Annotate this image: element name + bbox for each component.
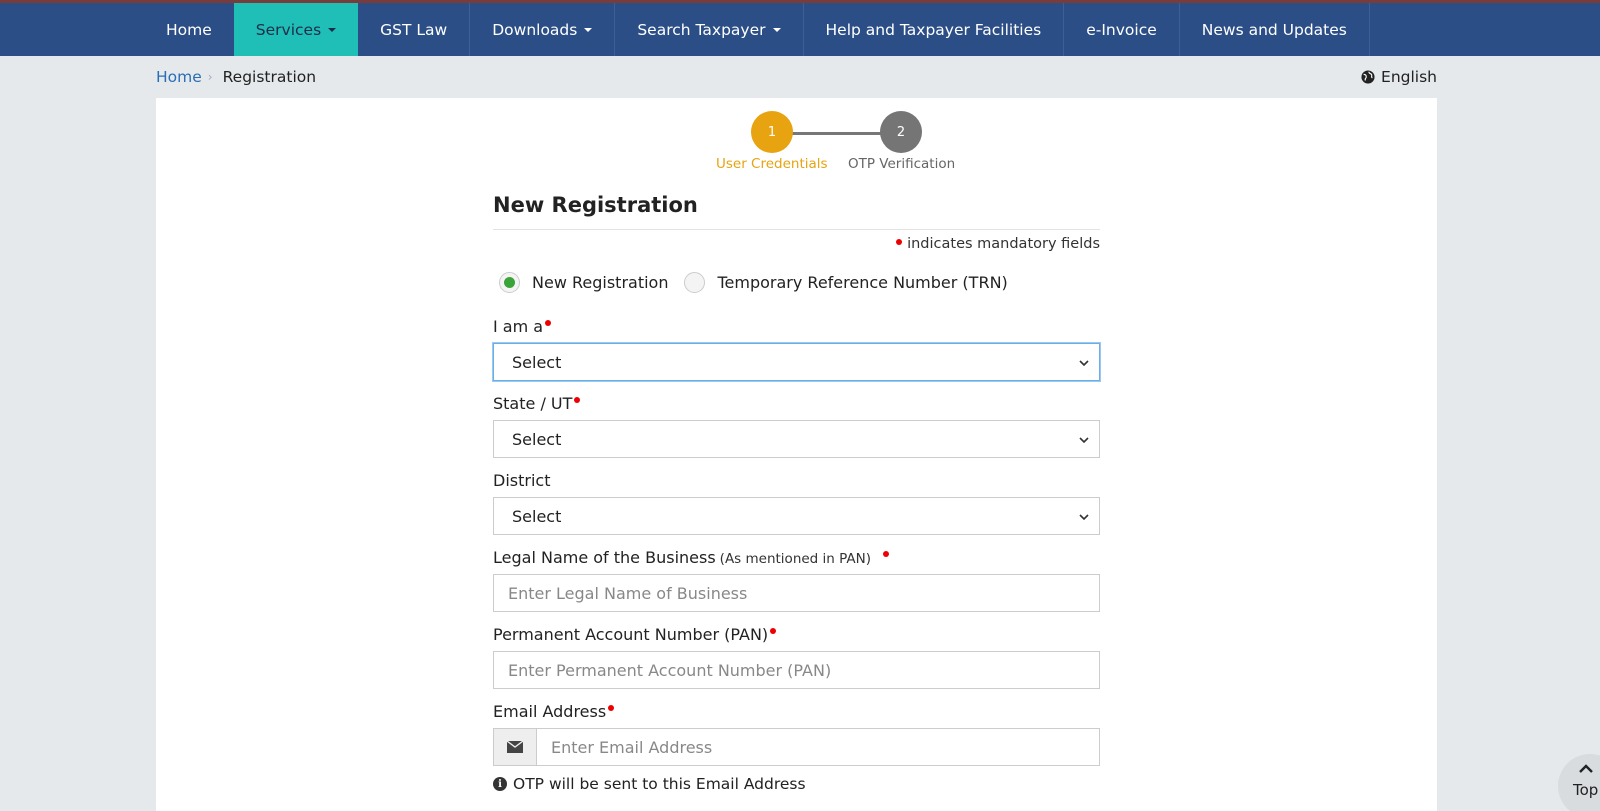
- nav-item-label: Help and Taxpayer Facilities: [825, 20, 1042, 39]
- nav-item-e-invoice[interactable]: e-Invoice: [1064, 3, 1180, 56]
- form-title: New Registration: [493, 193, 698, 217]
- legal-name-sublabel: (As mentioned in PAN): [719, 551, 872, 567]
- radio-label-trn[interactable]: Temporary Reference Number (TRN): [717, 273, 1007, 292]
- mandatory-note: indicates mandatory fields: [894, 236, 1100, 252]
- language-selector[interactable]: English: [1361, 56, 1437, 98]
- nav-item-label: News and Updates: [1201, 20, 1347, 39]
- nav-item-home[interactable]: Home: [144, 3, 234, 56]
- pan-label-text: Permanent Account Number (PAN): [493, 625, 769, 644]
- title-divider: [493, 229, 1100, 230]
- radio-selected-icon: [504, 277, 515, 288]
- legal-name-input[interactable]: Enter Legal Name of Business: [493, 574, 1100, 612]
- radio-new-registration[interactable]: [499, 272, 520, 293]
- main-navbar: Home Services GST Law Downloads Search T…: [0, 3, 1600, 56]
- chevron-down-icon: [1079, 360, 1089, 367]
- required-dot-icon: [545, 320, 552, 326]
- nav-item-search-taxpayer[interactable]: Search Taxpayer: [615, 3, 804, 56]
- required-dot-icon: [883, 551, 890, 557]
- required-dot-icon: [574, 397, 581, 403]
- registration-type-radio-group: New Registration Temporary Reference Num…: [499, 272, 1024, 293]
- nav-item-label: Home: [166, 20, 212, 39]
- district-value: Select: [512, 506, 562, 526]
- nav-item-label: GST Law: [380, 20, 448, 39]
- email-label-text: Email Address: [493, 702, 607, 721]
- globe-icon: [1361, 70, 1375, 84]
- step-1-circle: 1: [751, 111, 793, 153]
- language-label: English: [1381, 68, 1437, 86]
- envelope-icon: [507, 741, 523, 753]
- state-select[interactable]: Select: [493, 420, 1100, 458]
- caret-down-icon: [772, 27, 781, 32]
- required-dot-icon: [896, 239, 903, 245]
- nav-item-label: e-Invoice: [1086, 20, 1157, 39]
- breadcrumb: Home › Registration English: [156, 56, 1437, 98]
- pan-input[interactable]: Enter Permanent Account Number (PAN): [493, 651, 1100, 689]
- state-label: State / UT: [493, 394, 581, 413]
- email-input[interactable]: Enter Email Address: [536, 728, 1100, 766]
- caret-down-icon: [584, 27, 593, 32]
- caret-down-icon: [328, 27, 337, 32]
- breadcrumb-home-link[interactable]: Home: [156, 68, 202, 86]
- i-am-a-select[interactable]: Select: [493, 343, 1100, 381]
- radio-label-new-registration[interactable]: New Registration: [532, 273, 668, 292]
- state-value: Select: [512, 429, 562, 449]
- breadcrumb-separator-icon: ›: [207, 70, 213, 84]
- nav-item-help[interactable]: Help and Taxpayer Facilities: [804, 3, 1065, 56]
- chevron-down-icon: [1079, 514, 1089, 521]
- nav-menu: Home Services GST Law Downloads Search T…: [144, 3, 1370, 56]
- chevron-up-icon: [1579, 764, 1593, 773]
- i-am-a-label: I am a: [493, 317, 552, 336]
- mandatory-note-text: indicates mandatory fields: [907, 236, 1100, 252]
- email-placeholder: Enter Email Address: [551, 737, 713, 757]
- email-label: Email Address: [493, 702, 615, 721]
- email-hint: i OTP will be sent to this Email Address: [493, 775, 806, 793]
- nav-item-gst-law[interactable]: GST Law: [358, 3, 471, 56]
- nav-item-label: Search Taxpayer: [637, 20, 766, 39]
- district-label: District: [493, 471, 551, 490]
- required-dot-icon: [608, 705, 615, 711]
- email-addon: [493, 728, 537, 766]
- legal-name-placeholder: Enter Legal Name of Business: [508, 583, 748, 603]
- nav-item-label: Downloads: [492, 20, 578, 39]
- pan-placeholder: Enter Permanent Account Number (PAN): [508, 660, 832, 680]
- breadcrumb-current: Registration: [222, 68, 317, 86]
- nav-item-label: Services: [255, 20, 322, 39]
- chevron-down-icon: [1079, 437, 1089, 444]
- scroll-to-top-label: Top: [1573, 781, 1599, 799]
- scroll-to-top-button[interactable]: Top: [1558, 754, 1600, 811]
- radio-trn[interactable]: [684, 272, 706, 293]
- pan-label: Permanent Account Number (PAN): [493, 625, 777, 644]
- legal-name-label-text: Legal Name of the Business: [493, 548, 716, 567]
- district-select[interactable]: Select: [493, 497, 1100, 535]
- state-label-text: State / UT: [493, 394, 573, 413]
- nav-item-downloads[interactable]: Downloads: [470, 3, 616, 56]
- info-icon: i: [493, 777, 507, 791]
- i-am-a-value: Select: [512, 352, 562, 372]
- i-am-a-label-text: I am a: [493, 317, 544, 336]
- step-2-circle: 2: [880, 111, 922, 153]
- step-1-label: User Credentials: [716, 156, 828, 172]
- step-2-label: OTP Verification: [848, 156, 956, 172]
- required-dot-icon: [770, 628, 777, 634]
- nav-item-news[interactable]: News and Updates: [1180, 3, 1370, 56]
- legal-name-label: Legal Name of the Business (As mentioned …: [493, 548, 890, 567]
- email-hint-text: OTP will be sent to this Email Address: [513, 775, 806, 793]
- nav-item-services[interactable]: Services: [233, 3, 359, 56]
